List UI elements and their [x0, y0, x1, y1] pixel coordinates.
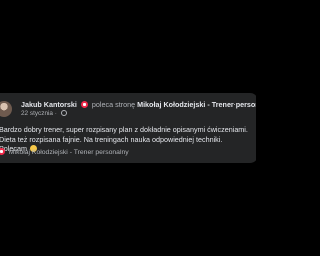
- author-avatar[interactable]: [0, 101, 12, 117]
- meta-separator: ·: [54, 110, 57, 117]
- page-tag[interactable]: Mikołaj Kołodziejski - Trener personalny: [0, 148, 129, 157]
- recommended-page-link[interactable]: Mikołaj Kołodziejski - Trener personalny: [137, 100, 256, 109]
- more-options-icon[interactable]: ···: [228, 100, 236, 109]
- recommend-icon: [0, 148, 5, 155]
- recommend-verb: poleca stronę: [91, 100, 136, 109]
- globe-icon: [60, 110, 67, 116]
- screenshot-frame: Jakub Kantorski poleca stronę Mikołaj Ko…: [0, 0, 256, 256]
- review-card: Jakub Kantorski poleca stronę Mikołaj Ko…: [0, 93, 256, 163]
- review-header: Jakub Kantorski poleca stronę Mikołaj Ko…: [21, 100, 256, 109]
- review-date[interactable]: 22 stycznia: [21, 110, 53, 117]
- author-name[interactable]: Jakub Kantorski: [21, 100, 77, 109]
- recommend-icon: [80, 101, 88, 108]
- review-meta: 22 stycznia ·: [21, 110, 67, 118]
- page-tag-label: Mikołaj Kołodziejski - Trener personalny: [8, 149, 129, 156]
